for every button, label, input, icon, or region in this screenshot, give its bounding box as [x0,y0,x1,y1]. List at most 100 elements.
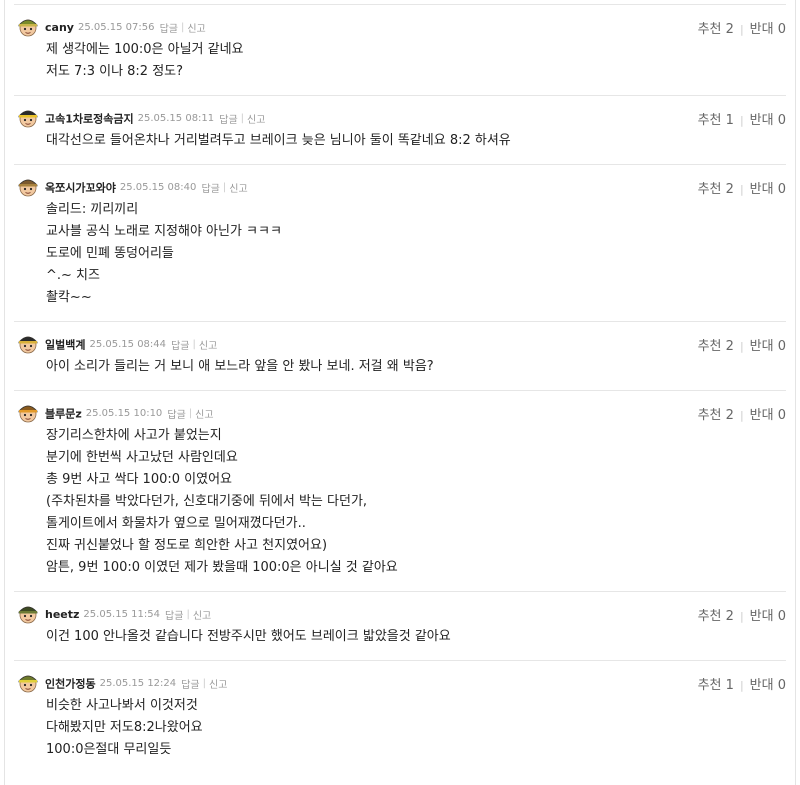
downvote-button[interactable]: 반대 0 [750,408,786,423]
divider: | [739,679,744,692]
upvote-label: 추천 [697,678,722,693]
divider: | [186,609,190,620]
upvote-label: 추천 [697,408,722,423]
comment-item: heetz 25.05.15 11:54 답글 | 신고 추천 2 | 반대 0 이건 100… [14,591,786,660]
comment-item: 일벌백계 25.05.15 08:44 답글 | 신고 추천 2 | 반대 0 아이 소리가 … [14,321,786,390]
report-link[interactable]: 신고 [195,410,213,421]
downvote-count: 0 [777,182,786,197]
downvote-label: 반대 [749,22,774,37]
upvote-button[interactable]: 추천 2 [698,408,734,423]
reply-link[interactable]: 답글 [165,611,183,622]
downvote-button[interactable]: 반대 0 [750,22,786,37]
comment-text-line: 솔리드: 끼리끼리 [46,202,139,217]
downvote-label: 반대 [749,678,774,693]
comment-text-line: 이건 100 안나올것 같습니다 전방주시만 했어도 브레이크 밟았을것 같아요 [46,629,451,644]
vote-box: 추천 2 | 반대 0 [698,404,786,423]
reply-link[interactable]: 답글 [171,341,189,352]
comment-meta: 인천가정동 25.05.15 12:24 답글 | 신고 [14,673,786,692]
comment-meta: 블루문z 25.05.15 10:10 답글 | 신고 [14,403,786,422]
comment-text-line: 대각선으로 들어온차나 거리벌려두고 브레이크 늦은 님니아 둘이 똑같네요 8… [46,133,511,148]
comment-list: cany 25.05.15 07:56 답글 | 신고 추천 2 | 반대 0제 생각에는 … [5,4,795,773]
comment-text-line: (주차된차를 박았다던가, 신호대기중에 뒤에서 박는 다던가, [46,494,368,509]
downvote-label: 반대 [749,408,774,423]
comment-body: 장기리스한차에 사고가 붙었는지분기에 한번씩 사고났던 사람인데요총 9번 사… [14,425,786,579]
report-link[interactable]: 신고 [199,341,217,352]
comment-text-line: 제 생각에는 100:0은 아닐거 같네요 [46,42,244,57]
comment-meta: cany 25.05.15 07:56 답글 | 신고 [14,17,786,35]
comment-date: 25.05.15 10:10 [85,408,163,419]
upvote-label: 추천 [697,113,722,128]
upvote-count: 2 [725,408,734,423]
comment-text-line: 100:0은절대 무리일듯 [46,742,172,757]
divider: | [222,182,227,193]
reply-link[interactable]: 답글 [167,410,185,421]
vote-box: 추천 2 | 반대 0 [698,335,786,354]
downvote-count: 0 [777,609,786,624]
comment-text-line: 도로에 민폐 똥덩어리들 [46,246,174,261]
upvote-label: 추천 [697,339,722,354]
upvote-count: 1 [725,678,734,693]
downvote-button[interactable]: 반대 0 [750,678,786,693]
reply-link[interactable]: 답글 [201,184,219,195]
downvote-count: 0 [777,408,786,423]
author-nickname[interactable]: 고속1차로정속금지 [45,113,134,126]
comment-text-line: 저도 7:3 이나 8:2 정도? [46,64,184,79]
report-link[interactable]: 신고 [229,184,247,195]
upvote-count: 1 [725,113,734,128]
divider: | [192,339,196,350]
upvote-button[interactable]: 추천 1 [698,678,734,693]
divider: | [739,340,744,353]
comment-meta: 옥쪼시가꼬와야 25.05.15 08:40 답글 | 신고 [14,177,786,196]
comment-text-line: 암튼, 9번 100:0 이였던 제가 봤을때 100:0은 아니실 것 같아요 [46,560,398,575]
author-nickname[interactable]: 인천가정동 [45,678,96,691]
divider: | [202,678,207,689]
report-link[interactable]: 신고 [187,24,205,35]
upvote-button[interactable]: 추천 2 [698,22,734,37]
comment-text-line: 비슷한 사고나봐서 이것저것 [46,698,198,713]
reply-link[interactable]: 답글 [219,115,237,126]
upvote-button[interactable]: 추천 2 [698,339,734,354]
comment-text-line: 교사블 공식 노래로 지정해야 아닌가 ㅋㅋㅋ [46,224,282,239]
author-nickname[interactable]: 블루문z [45,408,82,421]
comment-item: 인천가정동 25.05.15 12:24 답글 | 신고 추천 1 | 반대 0 비슷한 사고… [14,660,786,773]
upvote-count: 2 [725,182,734,197]
downvote-label: 반대 [749,182,774,197]
report-link[interactable]: 신고 [209,680,227,691]
comment-body: 비슷한 사고나봐서 이것저것다해봤지만 저도8:2나왔어요 100:0은절대 무리… [14,695,786,761]
downvote-count: 0 [777,22,786,37]
author-nickname[interactable]: 일벌백계 [45,339,85,352]
upvote-button[interactable]: 추천 2 [698,609,734,624]
divider: | [739,114,744,127]
downvote-button[interactable]: 반대 0 [750,339,786,354]
comment-body: 대각선으로 들어온차나 거리벌려두고 브레이크 늦은 님니아 둘이 똑같네요 8… [14,130,786,152]
report-link[interactable]: 신고 [247,115,265,126]
upvote-button[interactable]: 추천 2 [698,182,734,197]
downvote-button[interactable]: 반대 0 [750,182,786,197]
reply-link[interactable]: 답글 [160,24,178,35]
comment-date: 25.05.15 07:56 [77,22,155,33]
downvote-button[interactable]: 반대 0 [750,113,786,128]
reply-link[interactable]: 답글 [181,680,199,691]
comment-text-line: 분기에 한번씩 사고났던 사람인데요 [46,450,238,465]
comment-text-line: 총 9번 사고 싹다 100:0 이였어요 [46,472,232,487]
comment-date: 25.05.15 08:44 [89,339,167,350]
author-nickname[interactable]: cany [45,21,74,34]
author-nickname[interactable]: 옥쪼시가꼬와야 [45,182,116,195]
comment-text-line: 톨게이트에서 화물차가 옆으로 밀어재꼈다던가.. [46,516,306,531]
comment-item: 블루문z 25.05.15 10:10 답글 | 신고 추천 2 | 반대 0 장기리스한차에… [14,390,786,591]
report-link[interactable]: 신고 [193,611,211,622]
downvote-count: 0 [777,113,786,128]
upvote-count: 2 [725,339,734,354]
downvote-count: 0 [777,678,786,693]
author-nickname[interactable]: heetz [45,608,79,621]
comment-text-line: 다해봤지만 저도8:2나왔어요 [46,720,203,735]
downvote-button[interactable]: 반대 0 [750,609,786,624]
divider: | [739,23,744,36]
comment-text-line: 아이 소리가 들리는 거 보니 애 보느라 앞을 안 봤나 보네. 저걸 왜 박… [46,359,434,374]
comment-text-line: 진짜 귀신붙었나 할 정도로 희안한 사고 천지였어요) [46,538,328,553]
comment-text-line: 장기리스한차에 사고가 붙었는지 [46,428,222,443]
vote-box: 추천 1 | 반대 0 [698,109,786,128]
divider: | [739,610,744,623]
upvote-label: 추천 [697,182,722,197]
upvote-button[interactable]: 추천 1 [698,113,734,128]
